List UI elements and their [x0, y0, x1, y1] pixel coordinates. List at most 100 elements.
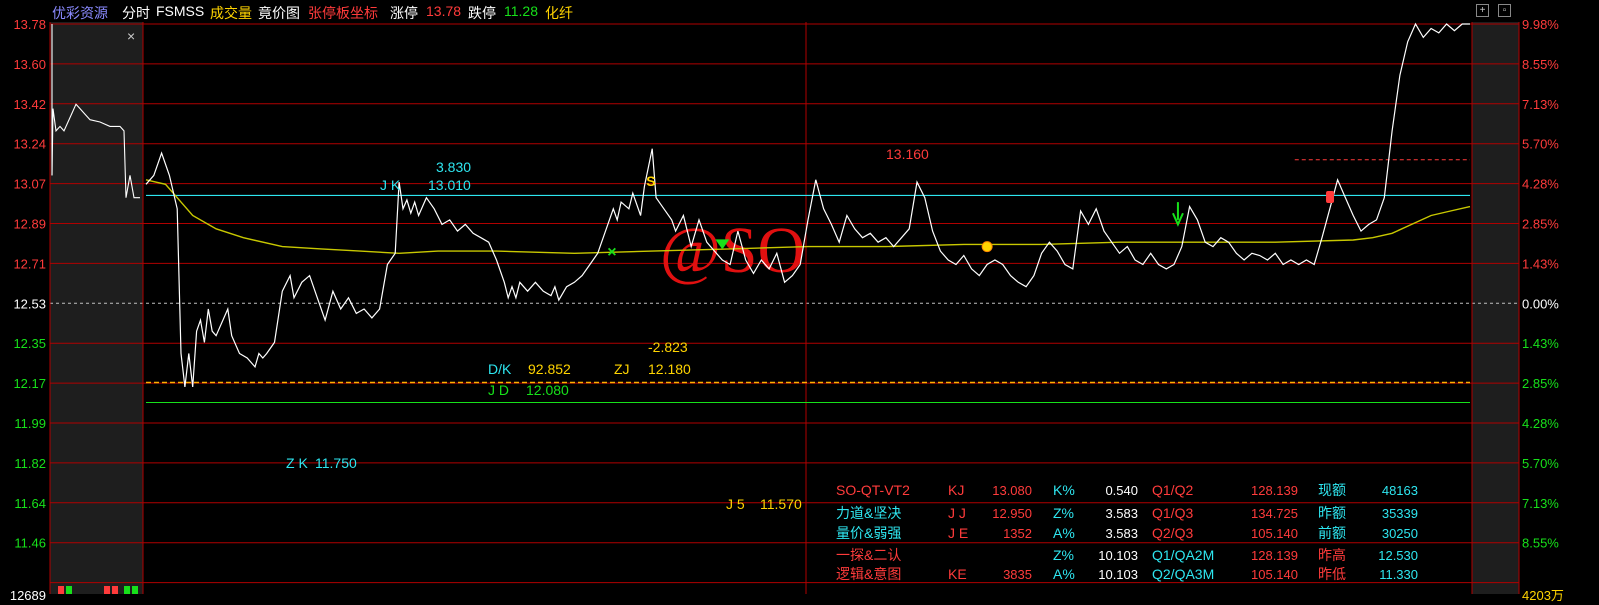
- signal-red-marker: [1326, 190, 1335, 203]
- stats-cell: 35339: [1382, 506, 1418, 521]
- stats-cell: Q2/QA3M: [1152, 566, 1214, 582]
- signal-x-marker: ×: [607, 244, 616, 261]
- stats-cell: 105.140: [1251, 567, 1298, 582]
- stats-cell: 105.140: [1251, 526, 1298, 541]
- stats-cell: 11.330: [1379, 567, 1418, 582]
- stats-cell: 前额: [1318, 525, 1346, 541]
- y-tick-left: 13.42: [13, 97, 46, 112]
- stats-cell: 3835: [1003, 567, 1032, 582]
- stats-cell: Z%: [1053, 547, 1074, 563]
- jk-label: J K: [380, 177, 401, 193]
- stats-cell: 0.540: [1105, 483, 1138, 498]
- stats-cell: J E: [948, 525, 968, 541]
- stats-cell: Q1/Q3: [1152, 505, 1193, 521]
- stats-cell: 逻辑&意图: [836, 566, 901, 582]
- stats-cell: J J: [948, 505, 966, 521]
- y-tick-left: 11.82: [14, 456, 46, 471]
- avg-price-line: [145, 179, 1471, 255]
- y-tick-right: 4.28%: [1522, 416, 1559, 431]
- stats-cell: 30250: [1382, 526, 1418, 541]
- close-icon[interactable]: ×: [127, 28, 135, 44]
- stats-cell: A%: [1053, 525, 1075, 541]
- zk-value: 11.750: [315, 455, 357, 471]
- y-tick-right: 7.13%: [1522, 496, 1559, 511]
- stats-cell: 1352: [1003, 526, 1032, 541]
- y-tick-right: 2.85%: [1522, 376, 1559, 391]
- intraday-chart: 13.78 13.60 13.42 13.24 13.07 12.89 12.71 12.53…: [0, 17, 1564, 603]
- dk-value: 92.852: [528, 361, 571, 377]
- stats-cell: 128.139: [1251, 483, 1298, 498]
- stats-cell: 10.103: [1098, 548, 1138, 563]
- stats-cell: Z%: [1053, 505, 1074, 521]
- y-tick-right: 4.28%: [1522, 177, 1559, 192]
- stats-cell: 现额: [1318, 482, 1346, 498]
- stats-cell: 10.103: [1098, 567, 1138, 582]
- price-line: [145, 22, 1470, 387]
- y-tick-right: 8.55%: [1522, 57, 1559, 72]
- premarket-panel: [50, 22, 143, 594]
- y-tick-right: 9.98%: [1522, 17, 1559, 32]
- signal-s-marker: S: [646, 173, 655, 189]
- j5-label: J 5: [726, 496, 745, 512]
- zj-value: 12.180: [648, 361, 691, 377]
- y-tick-left: 12.53: [13, 296, 46, 311]
- y-tick-right: 1.43%: [1522, 336, 1559, 351]
- stats-cell: 3.583: [1105, 506, 1138, 521]
- stats-cell: Q1/Q2: [1152, 482, 1193, 498]
- j5-value: 11.570: [760, 496, 802, 512]
- y-tick-right: 7.13%: [1522, 97, 1559, 112]
- stats-cell: K%: [1053, 482, 1075, 498]
- y-tick-right: 8.55%: [1522, 536, 1559, 551]
- y-tick-left: 11.99: [14, 416, 46, 431]
- y-tick-left: 12689: [10, 588, 46, 603]
- jd-value: 12.080: [526, 382, 569, 398]
- y-tick-left: 12.17: [13, 376, 46, 391]
- annotations: 3.830 J K 13.010 13.160 -2.823 D/K 92.852 ZJ 12.…: [286, 146, 929, 512]
- jk-top-value: 3.830: [436, 159, 471, 175]
- stats-cell: Q2/Q3: [1152, 525, 1193, 541]
- jk-value: 13.010: [428, 177, 471, 193]
- zk-label: Z K: [286, 455, 308, 471]
- signal-down-arrow: [1172, 202, 1184, 227]
- stats-cell: 昨高: [1318, 547, 1346, 563]
- y-tick-right: 2.85%: [1522, 217, 1559, 232]
- volume-bar: [124, 586, 130, 594]
- stats-cell: SO-QT-VT2: [836, 482, 910, 498]
- y-tick-left: 12.89: [13, 217, 46, 232]
- signal-dot: [981, 241, 993, 253]
- y-tick-left: 13.24: [13, 137, 46, 152]
- zj-label: ZJ: [614, 361, 630, 377]
- y-axis-right: 9.98% 8.55% 7.13% 5.70% 4.28% 2.85% 1.43% 0.00%…: [1522, 17, 1564, 603]
- stats-cell: KJ: [948, 482, 964, 498]
- y-tick-left: 12.35: [13, 336, 46, 351]
- y-tick-right: 1.43%: [1522, 256, 1559, 271]
- stats-cell: 一探&二认: [836, 547, 901, 563]
- stats-cell: 12.530: [1378, 548, 1418, 563]
- stats-cell: 3.583: [1105, 526, 1138, 541]
- level-lines: [146, 159, 1470, 403]
- stats-cell: 昨额: [1318, 505, 1346, 521]
- stats-cell: Q1/QA2M: [1152, 547, 1214, 563]
- y-tick-right: 0.00%: [1522, 296, 1559, 311]
- volume-bar: [112, 586, 118, 594]
- volume-bar: [132, 586, 138, 594]
- neg-value: -2.823: [648, 339, 688, 355]
- jd-label: J D: [488, 382, 509, 398]
- y-tick-right: 4203万: [1522, 588, 1564, 603]
- stats-cell: 128.139: [1251, 548, 1298, 563]
- y-tick-left: 13.60: [13, 57, 46, 72]
- stats-cell: 量价&弱强: [836, 525, 901, 541]
- peak-value: 13.160: [886, 146, 929, 162]
- y-tick-right: 5.70%: [1522, 137, 1559, 152]
- stats-cell: A%: [1053, 566, 1075, 582]
- stats-cell: 48163: [1382, 483, 1418, 498]
- volume-bar: [58, 586, 64, 594]
- y-tick-left: 11.46: [14, 536, 46, 551]
- stats-table: SO-QT-VT2 KJ 13.080 K% 0.540 Q1/Q2 128.139 现额 48…: [836, 482, 1418, 582]
- postmarket-panel: [1472, 22, 1519, 594]
- volume-bar: [104, 586, 110, 594]
- stats-cell: 134.725: [1251, 506, 1298, 521]
- y-tick-left: 13.78: [13, 17, 46, 32]
- dk-label: D/K: [488, 361, 512, 377]
- y-tick-left: 12.71: [13, 256, 46, 271]
